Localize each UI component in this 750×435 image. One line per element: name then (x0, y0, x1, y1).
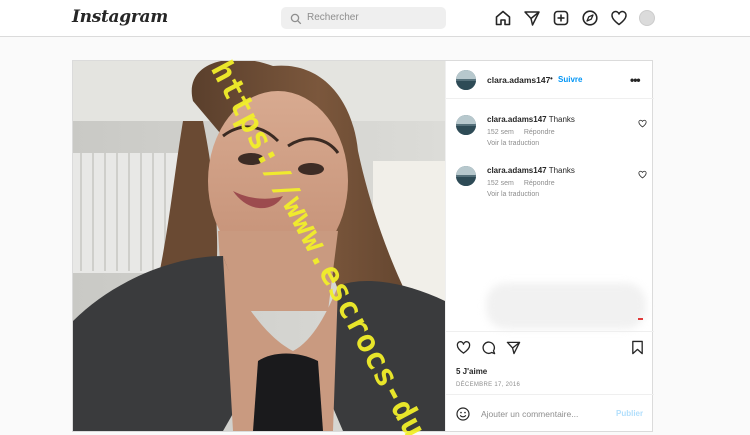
comment-icon[interactable] (481, 340, 496, 355)
follow-button[interactable]: Suivre (558, 75, 582, 84)
red-mark (638, 318, 643, 320)
publish-button[interactable]: Publier (616, 409, 643, 418)
add-comment-input[interactable]: Ajouter un commentaire... (481, 409, 578, 419)
see-translation-link[interactable]: Voir la traduction (487, 140, 539, 147)
post-author-avatar[interactable] (456, 70, 476, 90)
comment-avatar[interactable] (456, 115, 476, 135)
share-icon[interactable] (506, 340, 521, 355)
comment-text: clara.adams147 Thanks (487, 166, 575, 175)
comment-text: clara.adams147 Thanks (487, 115, 575, 124)
post-header: clara.adams147 • Suivre ••• (446, 61, 654, 99)
comment-like-heart-icon[interactable] (638, 119, 647, 128)
activity-heart-icon[interactable] (610, 9, 628, 27)
likes-count[interactable]: 5 J'aime (456, 367, 487, 376)
search-box[interactable]: Rechercher (281, 7, 446, 29)
blurred-content (486, 283, 646, 329)
comment-age: 152 sem (487, 180, 514, 187)
new-post-icon[interactable] (552, 9, 570, 27)
reply-button[interactable]: Répondre (524, 180, 555, 187)
profile-avatar[interactable] (639, 10, 655, 26)
comment-username[interactable]: clara.adams147 (487, 166, 547, 175)
add-comment-bar: Ajouter un commentaire... Publier (446, 394, 654, 432)
home-icon[interactable] (494, 9, 512, 27)
comment-like-heart-icon[interactable] (638, 170, 647, 179)
post-author-username[interactable]: clara.adams147 (487, 75, 550, 85)
more-options-icon[interactable]: ••• (630, 73, 641, 87)
post-sidebar: clara.adams147 • Suivre ••• clara.adams1… (445, 61, 654, 431)
search-icon (290, 12, 302, 25)
emoji-icon[interactable] (456, 407, 470, 421)
like-heart-icon[interactable] (456, 340, 471, 355)
see-translation-link[interactable]: Voir la traduction (487, 191, 539, 198)
comment-username[interactable]: clara.adams147 (487, 115, 547, 124)
comment-avatar[interactable] (456, 166, 476, 186)
post-photo[interactable] (73, 61, 445, 431)
explore-icon[interactable] (581, 9, 599, 27)
post-card: clara.adams147 • Suivre ••• clara.adams1… (72, 60, 654, 432)
separator-dot: • (550, 74, 553, 83)
comment-body: Thanks (548, 115, 575, 124)
save-bookmark-icon[interactable] (630, 340, 645, 355)
comment-item: clara.adams147 Thanks 152 sem Répondre Vo… (446, 164, 654, 212)
post-date: DÉCEMBRE 17, 2016 (456, 382, 521, 388)
instagram-logo[interactable]: Instagram (72, 7, 168, 27)
direct-icon[interactable] (523, 9, 541, 27)
comment-item: clara.adams147 Thanks 152 sem Répondre Vo… (446, 113, 654, 161)
post-actions: 5 J'aime DÉCEMBRE 17, 2016 Ajouter un co… (446, 331, 654, 431)
reply-button[interactable]: Répondre (524, 129, 555, 136)
comment-meta: 152 sem Répondre (487, 180, 555, 187)
comment-age: 152 sem (487, 129, 514, 136)
comment-body: Thanks (548, 166, 575, 175)
comment-meta: 152 sem Répondre (487, 129, 555, 136)
search-placeholder: Rechercher (307, 12, 359, 23)
top-navigation-bar: Instagram Rechercher (0, 0, 750, 37)
